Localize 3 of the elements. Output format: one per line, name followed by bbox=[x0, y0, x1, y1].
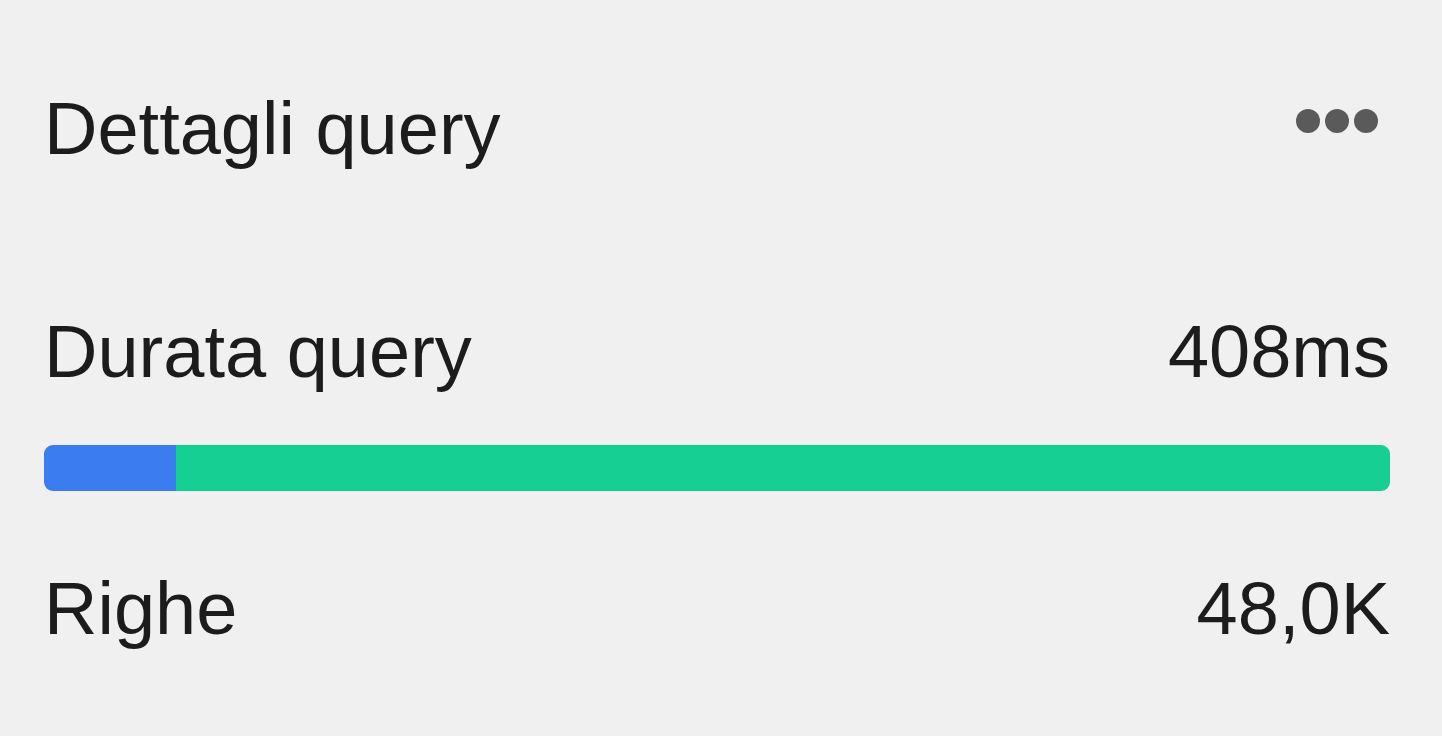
metric-value: 408ms bbox=[1167, 315, 1390, 389]
ellipsis-icon[interactable] bbox=[1296, 109, 1378, 133]
metric-value: 48,0K bbox=[1196, 572, 1390, 646]
